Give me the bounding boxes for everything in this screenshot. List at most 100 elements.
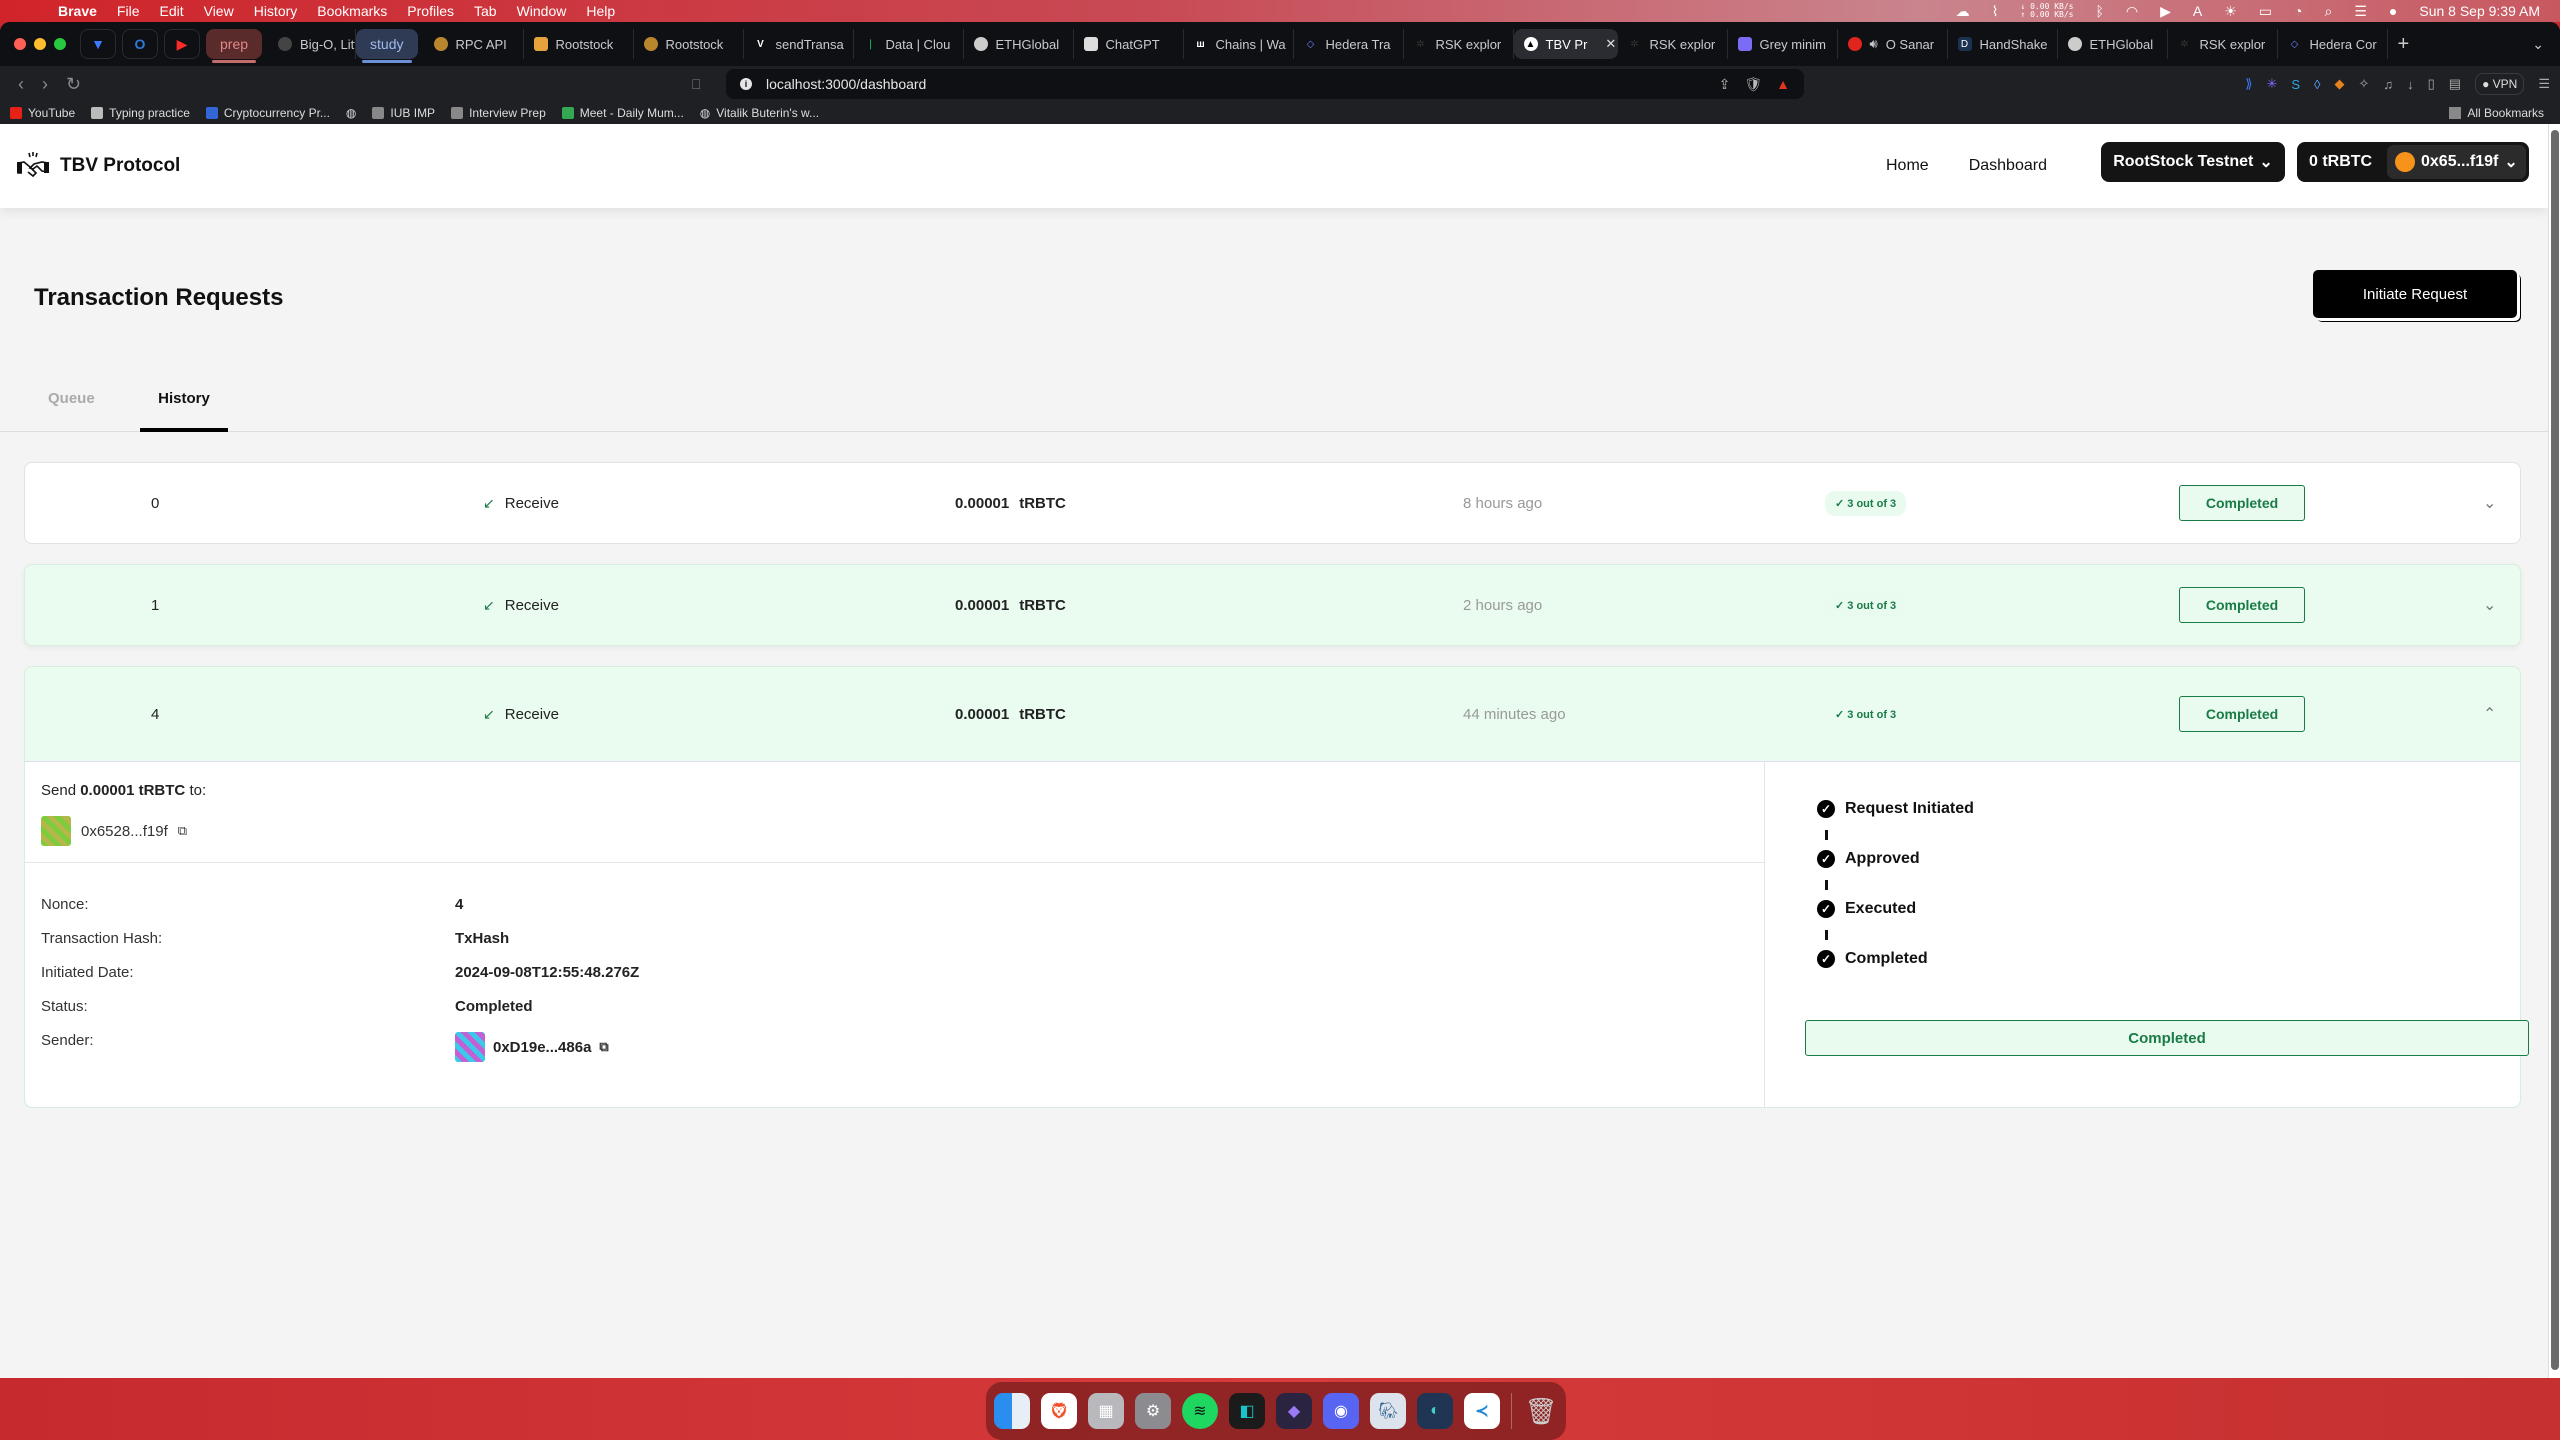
audio-playing-icon[interactable]: 🔊︎ [1870,36,1878,52]
transaction-row[interactable]: 1 ↙ Receive 0.00001 tRBTC 2 hours ago ✓ 3 … [24,564,2521,646]
postgres-icon[interactable]: 🐘︎ [1370,1393,1406,1429]
bookmark-typing-practice[interactable]: Typing practice [91,106,190,120]
bookmark-youtube[interactable]: YouTube [10,106,75,120]
tab-queue[interactable]: Queue [48,374,95,432]
page-scrollbar[interactable] [2548,124,2560,1378]
bookmark-page-icon[interactable]: ⎕ [692,76,700,93]
tab-history[interactable]: History [140,374,228,432]
finder-icon[interactable] [994,1393,1030,1429]
chevron-down-icon[interactable]: ⌄ [2483,463,2496,543]
metamask-icon[interactable]: ◆ [2334,76,2344,92]
bluetooth-icon[interactable]: ᛒ [2095,3,2103,19]
extensions-puzzle-icon[interactable]: ✧ [2358,76,2369,92]
close-tab-icon[interactable]: ✕ [1605,36,1616,52]
nav-dashboard[interactable]: Dashboard [1969,157,2047,175]
all-bookmarks-folder[interactable]: All Bookmarks [2449,106,2544,120]
cloud-icon[interactable]: ☁ [1956,3,1970,20]
copy-icon[interactable]: ⧉ [599,1039,608,1055]
back-button[interactable]: ‹ [18,74,24,95]
url-text[interactable]: localhost:3000/dashboard [766,76,926,92]
system-settings-icon[interactable]: ⚙ [1135,1393,1171,1429]
wifi-icon[interactable]: ◔ [2294,3,2302,19]
tab[interactable]: ✲ RSK explor [1404,29,1514,59]
activity-graph-icon[interactable]: ⌇ [1992,3,1999,20]
display-icon[interactable]: ▭ [2259,3,2272,20]
wallet-button[interactable]: 0 tRBTC 0x65...f19f ⌄ [2297,142,2529,182]
copy-icon[interactable]: ⧉ [178,823,187,839]
brand-name[interactable]: TBV Protocol [60,155,180,177]
control-center-icon[interactable]: ☰ [2354,3,2367,20]
bookmark-vitalik[interactable]: ◍ Vitalik Buterin's w... [700,106,819,120]
downloads-icon[interactable]: ↓ [2407,77,2414,92]
menu-history[interactable]: History [254,3,298,19]
keyboard-input-icon[interactable]: A [2193,3,2202,19]
forward-button[interactable]: › [42,74,48,95]
tab[interactable]: RPC API [424,29,524,59]
tab[interactable]: ◇ Hedera Cor [2278,29,2388,59]
menu-app-name[interactable]: Brave [58,3,97,19]
address-bar[interactable]: i localhost:3000/dashboard ⇪ 🛡︎ ▲ [726,69,1804,99]
account-selector[interactable]: 0x65...f19f ⌄ [2387,145,2526,179]
menu-view[interactable]: View [204,3,234,19]
transaction-row-expanded[interactable]: 4 ↙ Receive 0.00001 tRBTC 44 minutes ago ✓… [24,666,2529,1108]
reload-button[interactable]: ↻ [66,74,81,95]
completed-status-button[interactable]: Completed [1805,1020,2529,1056]
brave-icon[interactable]: 🦁︎ [1041,1393,1077,1429]
wallet-ext-icon[interactable]: ⟫ [2245,76,2252,92]
scrollbar-thumb[interactable] [2551,130,2559,1370]
tab[interactable]: ChatGPT [1074,29,1184,59]
menu-profiles[interactable]: Profiles [407,3,454,19]
tab[interactable]: ETHGlobal [2058,29,2168,59]
menubar-clock[interactable]: Sun 8 Sep 9:39 AM [2419,3,2540,19]
brave-shields-icon[interactable]: 🛡︎ [1744,76,1762,93]
menu-tab[interactable]: Tab [474,3,497,19]
tab[interactable]: VsendTransa [744,29,854,59]
vscode-icon[interactable]: ≺ [1464,1393,1500,1429]
s-ext-icon[interactable]: S [2291,77,2300,92]
snowflake-ext-icon[interactable]: ✳ [2266,76,2277,92]
tab[interactable]: ш Chains | Wa [1184,29,1294,59]
discord-icon[interactable]: ◉ [1323,1393,1359,1429]
tab-search-chevron-icon[interactable]: ⌄ [2532,36,2544,53]
apple-icon[interactable] [20,3,36,19]
play-icon[interactable]: ▶ [2160,3,2171,20]
sidebar-icon[interactable]: ▯ [2428,76,2435,92]
initiate-request-button[interactable]: Initiate Request [2313,270,2517,318]
launchpad-icon[interactable]: ▦ [1088,1393,1124,1429]
tab-group-study[interactable]: study [356,29,418,63]
sui-ext-icon[interactable]: ◊ [2314,77,2320,92]
tab[interactable]: D HandShake [1948,29,2058,59]
disk-usage-icon[interactable]: ◐ [1417,1393,1453,1429]
chevron-up-icon[interactable]: ⌃ [2483,667,2496,761]
bookmark-cryptocurrency[interactable]: Cryptocurrency Pr... [205,106,330,120]
bookmark-folder-interview-prep[interactable]: Interview Prep [451,106,546,120]
wallet-icon[interactable]: ▤ [2449,76,2461,92]
tab[interactable]: ◇ Hedera Tra [1294,29,1404,59]
network-selector[interactable]: RootStock Testnet ⌄ [2101,142,2285,182]
menu-window[interactable]: Window [517,3,567,19]
headphones-icon[interactable]: ◠ [2126,3,2138,20]
menu-file[interactable]: File [117,3,140,19]
menu-help[interactable]: Help [586,3,615,19]
site-info-icon[interactable]: i [740,78,752,90]
screen-app-icon[interactable]: ◧ [1229,1393,1265,1429]
new-tab-button[interactable]: + [2398,33,2410,56]
vpn-button[interactable]: ● VPN [2475,73,2525,95]
tab[interactable]: Big-O, Littl [268,29,357,59]
tab[interactable]: ETHGlobal [964,29,1074,59]
pinned-tab-outlook[interactable]: O [122,29,158,59]
close-window-button[interactable] [14,38,26,50]
bookmark-meet[interactable]: Meet - Daily Mum... [561,106,684,120]
pinned-tab-youtube[interactable]: ▶ [164,29,200,59]
tab[interactable]: Rootstock [634,29,744,59]
nav-home[interactable]: Home [1886,157,1929,175]
share-icon[interactable]: ⇪ [1719,76,1731,93]
trash-icon[interactable]: 🗑︎ [1523,1393,1559,1429]
menu-hamburger-icon[interactable]: ☰ [2538,76,2550,92]
minimize-window-button[interactable] [34,38,46,50]
brave-rewards-icon[interactable]: ▲ [1776,76,1790,92]
pinned-tab-gem[interactable]: ▼ [80,29,116,59]
menu-edit[interactable]: Edit [159,3,183,19]
spotlight-search-icon[interactable]: ⌕ [2324,3,2332,20]
tab[interactable]: 🔊︎ O Sanar [1838,29,1948,59]
